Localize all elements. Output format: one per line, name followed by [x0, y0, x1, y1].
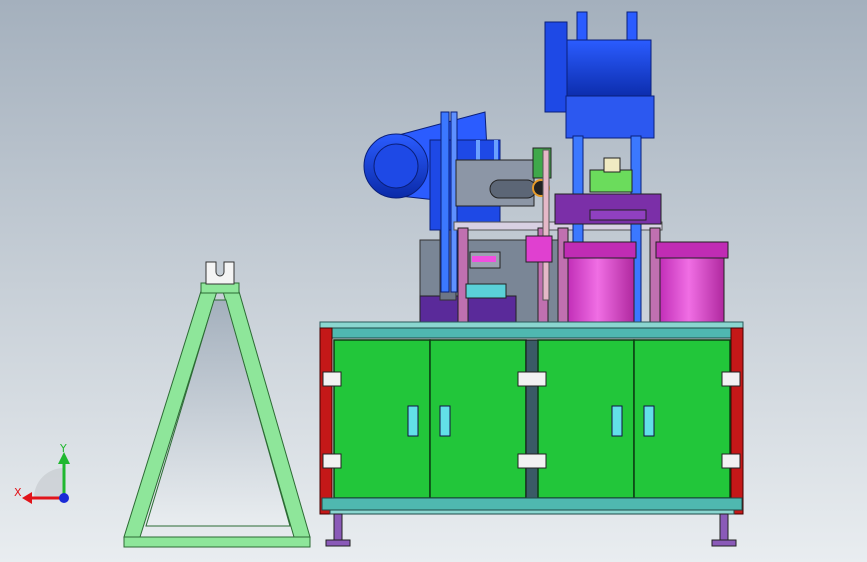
mold-white-part [603, 157, 621, 173]
door-handle-3[interactable] [611, 405, 623, 437]
frame-post-1 [457, 227, 469, 325]
hinge [721, 453, 741, 469]
left-guide-rod-1 [440, 111, 450, 293]
y-axis-label: Y [59, 442, 67, 455]
right-motor-cap [544, 21, 568, 113]
cyan-slide-block [465, 283, 507, 299]
center-divider [525, 339, 539, 499]
press-table-top [589, 209, 647, 221]
feeder-bowl-left-rim [563, 241, 637, 259]
cabinet-base-strip [329, 509, 735, 515]
cabinet-right-post [730, 327, 744, 515]
magenta-actuator [525, 235, 553, 263]
cabinet-top-rail [321, 327, 743, 339]
feeder-bowl-right-rim [655, 241, 729, 259]
magenta-nozzle [472, 256, 496, 262]
hinge [517, 453, 547, 469]
door-handle-4[interactable] [643, 405, 655, 437]
cabinet-deck-plate [319, 321, 744, 329]
cabinet-bottom-rail [321, 497, 743, 511]
hinge [322, 453, 342, 469]
right-cylinder-body [565, 95, 655, 139]
gearbox-slot [489, 179, 537, 199]
mold-block-green [589, 169, 633, 193]
left-motor-cap [373, 143, 419, 189]
feed-rail [542, 149, 550, 301]
door-handle-1[interactable] [407, 405, 419, 437]
z-axis-dot [59, 493, 69, 503]
right-top-rod-2 [626, 11, 638, 43]
assembly-model-view[interactable]: Y X [0, 0, 867, 562]
hinge [322, 371, 342, 387]
cad-viewport[interactable]: Y X [0, 0, 867, 562]
hinge [517, 371, 547, 387]
hinge [721, 371, 741, 387]
door-handle-2[interactable] [439, 405, 451, 437]
main-cabinet[interactable] [319, 321, 744, 547]
stand-base [123, 536, 311, 548]
x-axis-label: X [14, 486, 22, 499]
right-top-rod-1 [576, 11, 588, 43]
cabinet-left-post [319, 327, 333, 515]
